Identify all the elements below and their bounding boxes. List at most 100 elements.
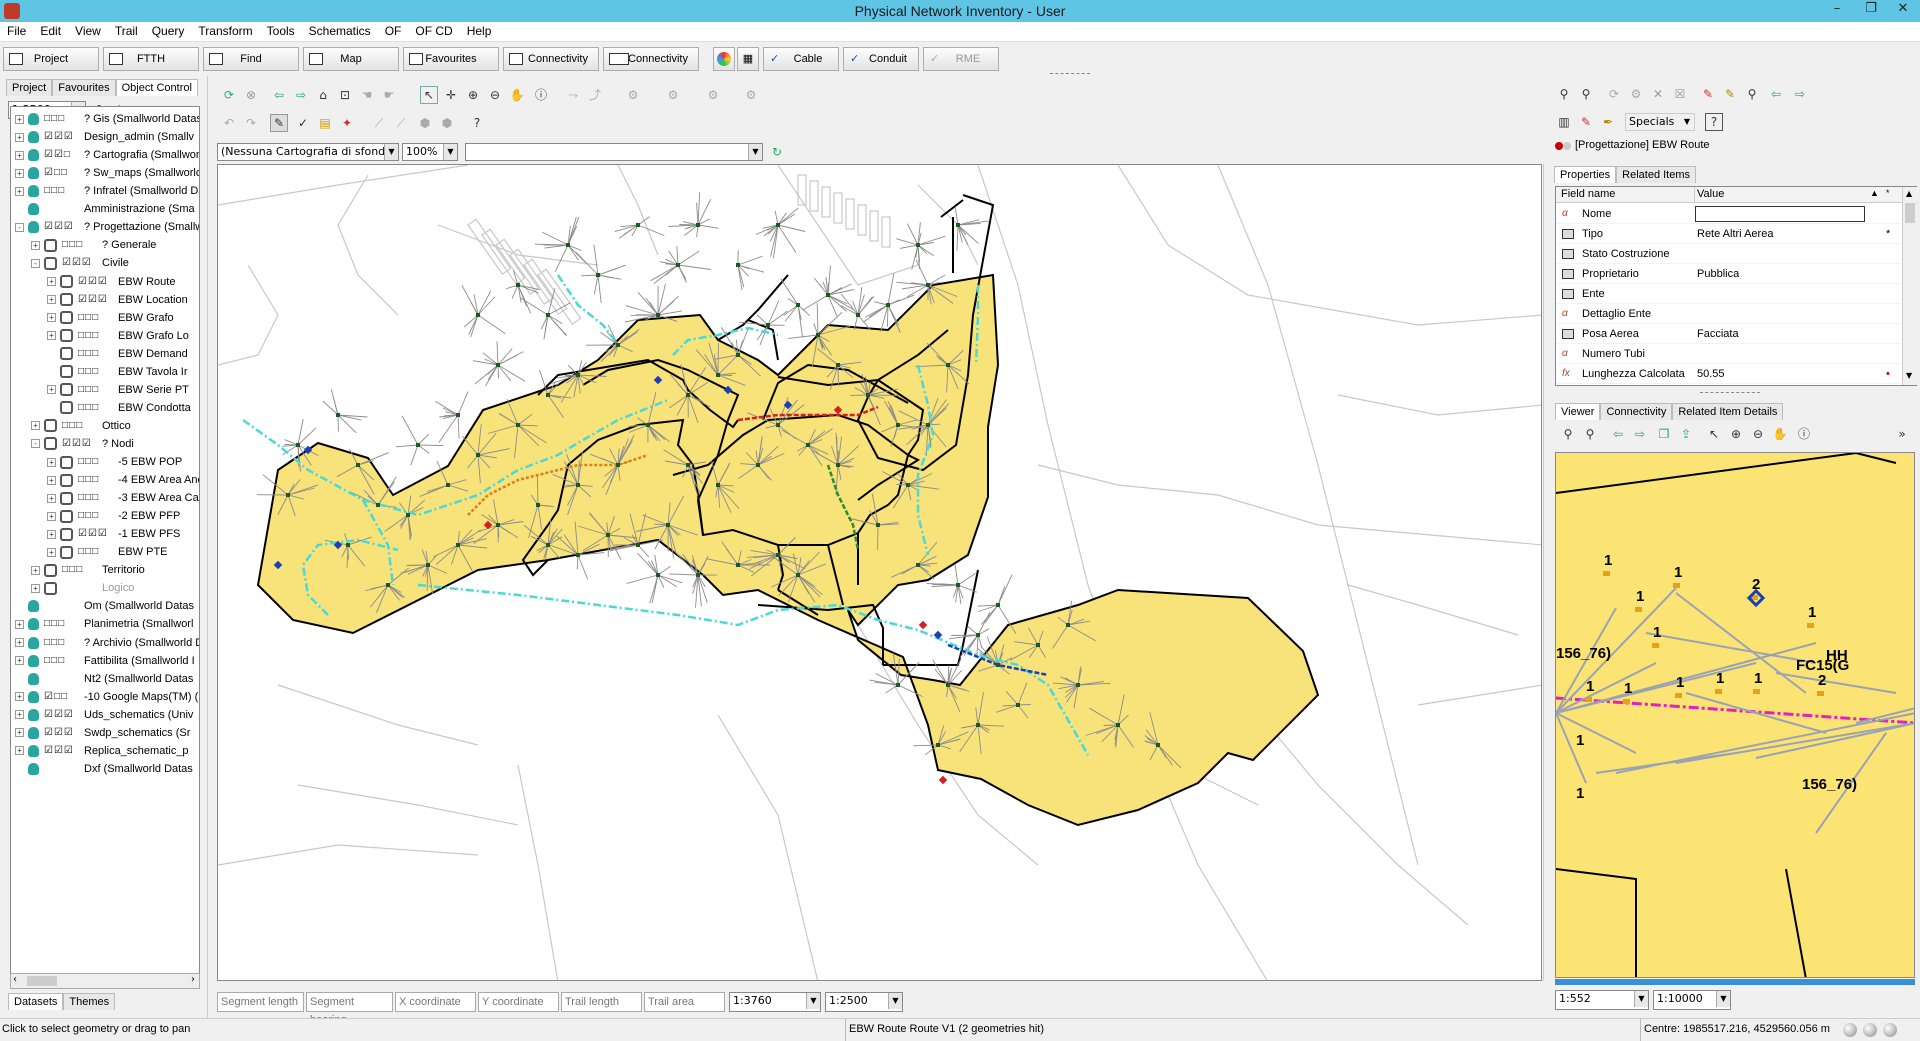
- tab-project[interactable]: Project: [6, 79, 53, 96]
- palette-button[interactable]: [713, 47, 735, 71]
- expand-icon[interactable]: +: [15, 656, 24, 666]
- edit-geom-icon[interactable]: ✎: [1577, 113, 1595, 131]
- properties-scrollbar[interactable]: ▲ ▼: [1902, 187, 1917, 385]
- visibility-checkboxes[interactable]: ☑☑□: [44, 146, 78, 164]
- visibility-checkboxes[interactable]: □□□: [78, 327, 112, 345]
- visibility-checkboxes[interactable]: ☑☑☑: [44, 128, 78, 146]
- location-combo[interactable]: ▼: [465, 143, 763, 161]
- visibility-checkboxes[interactable]: □□□: [78, 453, 112, 471]
- crosshair-icon[interactable]: ✛: [442, 86, 460, 104]
- property-value[interactable]: Rete Altri Aerea: [1697, 224, 1773, 244]
- zoom-in-icon[interactable]: ⊕: [464, 86, 482, 104]
- forward-icon[interactable]: ⇨: [292, 86, 310, 104]
- project-button[interactable]: Project: [3, 47, 99, 71]
- visibility-checkboxes[interactable]: □□□: [78, 345, 112, 363]
- visibility-checkboxes[interactable]: ☑☑☑: [44, 218, 78, 236]
- cube2-icon[interactable]: ⬢: [438, 114, 456, 132]
- line-tool-icon[interactable]: ⟋: [370, 114, 388, 132]
- menu-transform[interactable]: Transform: [191, 22, 259, 38]
- tree-item[interactable]: + □□□ Ottico: [31, 417, 131, 435]
- expand-icon[interactable]: +: [15, 114, 24, 124]
- specials-menu[interactable]: Specials ▼: [1625, 113, 1695, 131]
- home-icon[interactable]: ⌂: [314, 86, 332, 104]
- expand-icon[interactable]: +: [31, 240, 40, 250]
- expand-icon[interactable]: +: [15, 638, 24, 648]
- expand-icon[interactable]: +: [47, 295, 56, 305]
- tree-item[interactable]: + ☑☑☑ EBW Location: [47, 291, 188, 309]
- property-value[interactable]: 50.55: [1697, 364, 1725, 384]
- property-row[interactable]: Tipo Rete Altri Aerea *: [1556, 224, 1901, 244]
- tree-item[interactable]: + □□□ ? Generale: [31, 236, 156, 254]
- property-row[interactable]: Ente: [1556, 284, 1901, 304]
- tree-item[interactable]: + □□□ ? Archivio (Smallworld D: [15, 633, 199, 651]
- tree-item[interactable]: + □□□ -4 EBW Area Ane: [47, 471, 199, 489]
- menu-edit[interactable]: Edit: [33, 22, 68, 38]
- menu-ofcd[interactable]: OF CD: [408, 22, 459, 38]
- viewer-svg[interactable]: 1121111 1 1 1 1 211156_76)156_76)FC15(GHH: [1556, 453, 1915, 978]
- value-header[interactable]: Value: [1697, 188, 1724, 200]
- viewer-copy-icon[interactable]: ❐: [1655, 425, 1673, 443]
- visibility-checkboxes[interactable]: ☑□□: [44, 688, 78, 706]
- expand-icon[interactable]: +: [47, 493, 56, 503]
- tab-properties[interactable]: Properties: [1554, 166, 1617, 183]
- tab-viewer[interactable]: Viewer: [1555, 403, 1601, 420]
- visibility-checkboxes[interactable]: ☑☑☑: [44, 742, 78, 760]
- expand-icon[interactable]: +: [15, 168, 24, 178]
- visibility-checkboxes[interactable]: □□□: [44, 615, 78, 633]
- tab-favourites[interactable]: Favourites: [52, 79, 116, 96]
- expand-icon[interactable]: +: [31, 421, 40, 431]
- tree-item[interactable]: + ☑☑□ ? Cartografia (Smallworl: [15, 146, 199, 164]
- visibility-checkboxes[interactable]: ☑☑☑: [78, 291, 112, 309]
- tree-item[interactable]: □□□ EBW Condotta: [47, 399, 191, 417]
- connectivity-button[interactable]: Connectivity: [503, 47, 599, 71]
- tab-object-control[interactable]: Object Control: [115, 79, 198, 96]
- viewer-forward-icon[interactable]: ⇨: [1631, 425, 1649, 443]
- left-splitter[interactable]: [207, 76, 215, 1018]
- viewer-canvas[interactable]: 1 1 2 1 1 1 1 1 1 1 1 2 1 1 156_76) 156_76) FC15(G HH: [1555, 452, 1915, 978]
- star-icon[interactable]: *: [1886, 188, 1890, 198]
- help-map-icon[interactable]: ?: [468, 114, 486, 132]
- viewer-tool-icon[interactable]: ⚲: [1559, 425, 1577, 443]
- viewer-select-icon[interactable]: ↖: [1705, 425, 1723, 443]
- edit-tool-icon[interactable]: ✓: [294, 114, 312, 132]
- tree-item[interactable]: + □□□ EBW Grafo: [47, 309, 174, 327]
- pan-icon[interactable]: ✋: [508, 86, 526, 104]
- cable-button[interactable]: ✓ Cable: [763, 47, 839, 71]
- expand-icon[interactable]: +: [15, 746, 24, 756]
- tree-item[interactable]: + □□□ -3 EBW Area Cav: [47, 489, 199, 507]
- sort-icon[interactable]: ▲: [1870, 188, 1879, 198]
- visibility-checkboxes[interactable]: □□□: [78, 399, 112, 417]
- menu-file[interactable]: File: [0, 22, 33, 38]
- tree-item[interactable]: + ☑☑☑ Replica_schematic_p: [15, 742, 189, 760]
- expand-icon[interactable]: +: [15, 150, 24, 160]
- conduit-button[interactable]: ✓ Conduit: [843, 47, 919, 71]
- collapse-icon[interactable]: -: [31, 258, 40, 268]
- edit-mode-icon[interactable]: ✎: [270, 114, 288, 132]
- expand-icon[interactable]: +: [47, 511, 56, 521]
- background-map-combo[interactable]: (Nessuna Cartografia di sfondo) ▼: [217, 143, 399, 161]
- viewer-expand-icon[interactable]: »: [1893, 425, 1911, 443]
- visibility-checkboxes[interactable]: □□□: [44, 652, 78, 670]
- tree-item[interactable]: + ☑☑☑ Swdp_schematics (Sr: [15, 724, 190, 742]
- property-row[interactable]: Stato Costruzione: [1556, 244, 1901, 264]
- menu-view[interactable]: View: [68, 22, 108, 38]
- tree-item[interactable]: + Logico: [31, 579, 134, 597]
- expand-icon[interactable]: +: [15, 132, 24, 142]
- visibility-checkboxes[interactable]: □□□: [62, 561, 96, 579]
- tree-item[interactable]: + ☑☑☑ Design_admin (Smallv: [15, 128, 194, 146]
- close-button[interactable]: ✕: [1886, 0, 1920, 20]
- refresh-icon[interactable]: ⟳: [220, 86, 238, 104]
- trace-icon[interactable]: ⤴: [586, 86, 604, 104]
- tree-item[interactable]: + □□□ Territorio: [31, 561, 145, 579]
- expand-icon[interactable]: +: [47, 457, 56, 467]
- search-binoculars-icon[interactable]: ⚲: [1743, 85, 1761, 103]
- visibility-checkboxes[interactable]: □□□: [78, 381, 112, 399]
- visibility-checkboxes[interactable]: ☑☑☑: [44, 724, 78, 742]
- field-name-header[interactable]: Field name: [1561, 188, 1615, 200]
- visibility-checkboxes[interactable]: □□□: [78, 363, 112, 381]
- expand-icon[interactable]: +: [15, 728, 24, 738]
- expand-icon[interactable]: +: [15, 710, 24, 720]
- info-icon[interactable]: ⓘ: [532, 86, 550, 104]
- tree-item[interactable]: □□□ EBW Tavola Ir: [47, 363, 188, 381]
- tree-item[interactable]: Nt2 (Smallworld Datas: [15, 670, 193, 688]
